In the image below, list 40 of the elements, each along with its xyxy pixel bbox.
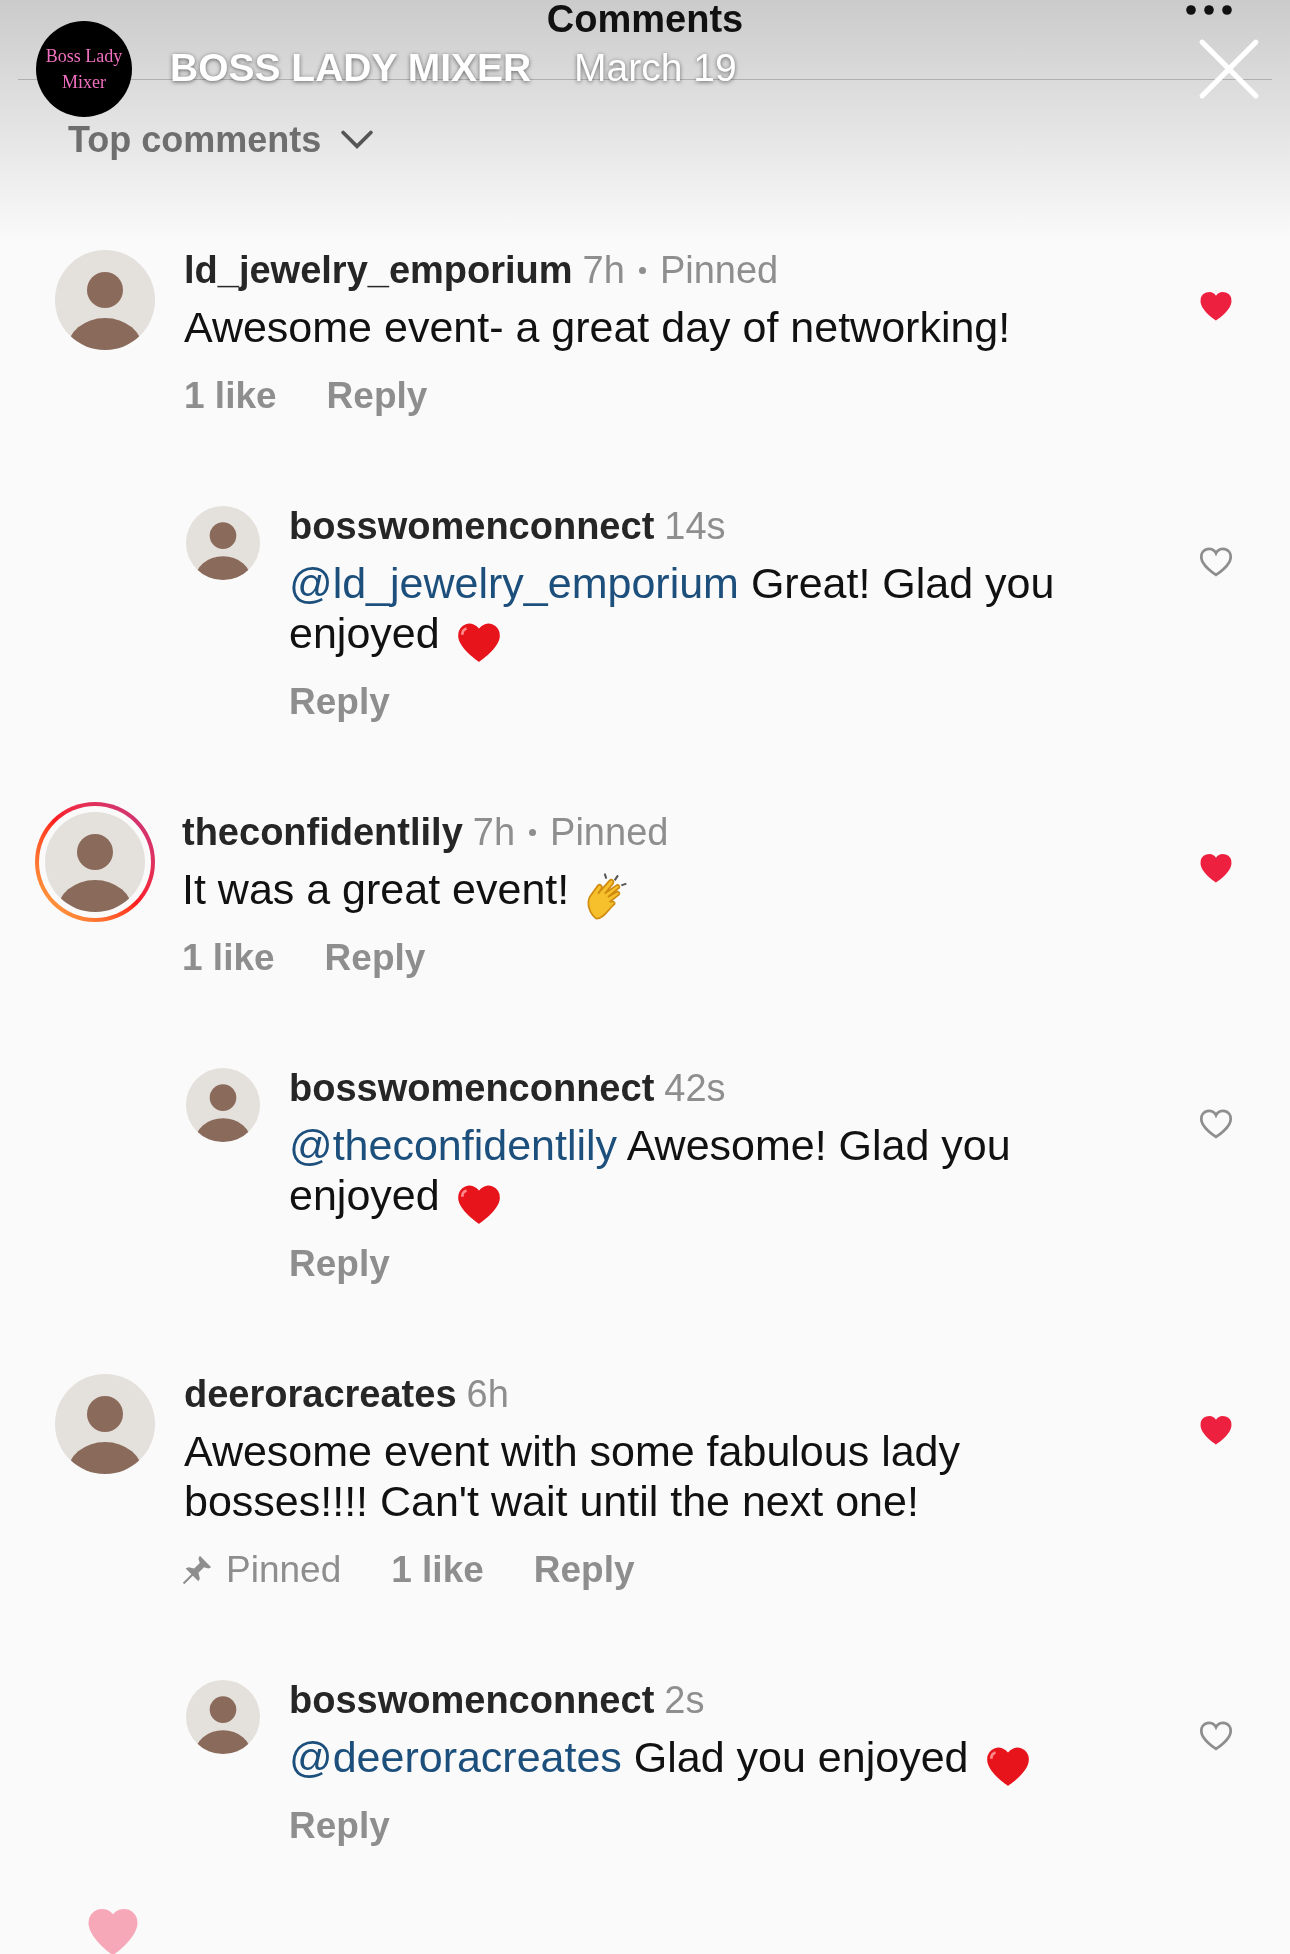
reply-button[interactable]: Reply <box>324 938 426 978</box>
mention-link[interactable]: @theconfidentlily <box>289 1121 618 1169</box>
comment-time: 42s <box>664 1068 726 1108</box>
comment-time: 7h <box>472 812 516 852</box>
reply-button[interactable]: Reply <box>533 1550 635 1590</box>
comment-time: 7h <box>582 250 625 290</box>
username[interactable]: bosswomenconnect <box>289 1068 655 1108</box>
pin-icon <box>180 1553 214 1587</box>
comment-text: @deeroracreates Glad you enjoyed <box>289 1733 969 1781</box>
likes-count[interactable]: 1 like <box>391 1550 484 1590</box>
reply-button[interactable]: Reply <box>289 1244 390 1284</box>
username[interactable]: deeroracreates <box>184 1374 457 1414</box>
mention-link[interactable]: @deeroracreates <box>289 1733 622 1781</box>
reply-button[interactable]: Reply <box>326 376 428 416</box>
likes-count[interactable]: 1 like <box>182 938 275 978</box>
comment-text: Awesome event- a great day of networking! <box>184 303 1011 351</box>
username[interactable]: bosswomenconnect <box>289 506 655 546</box>
reply-button[interactable]: Reply <box>289 682 390 722</box>
comment-text: It was a great event! <box>182 865 570 913</box>
reply-button[interactable]: Reply <box>289 1806 390 1846</box>
username[interactable]: theconfidentlily <box>182 812 463 852</box>
pinned-label: Pinned <box>659 250 779 290</box>
likes-count[interactable]: 1 like <box>184 376 277 416</box>
comment-time: 2s <box>664 1680 705 1720</box>
avatar-icon[interactable] <box>45 812 145 912</box>
pinned-label: Pinned <box>226 1550 342 1590</box>
logo: Boss Lady Mixer <box>36 21 132 117</box>
comment-time: 14s <box>664 506 726 546</box>
username[interactable]: bosswomenconnect <box>289 1680 655 1720</box>
account-name: BOSS LADY MIXER <box>170 46 532 90</box>
pinned-label: Pinned <box>550 812 669 852</box>
chevron-down-icon <box>341 130 374 150</box>
post-date: March 19 <box>574 46 737 90</box>
username[interactable]: ld_jewelry_emporium <box>184 250 573 290</box>
title: Comments <box>546 0 744 40</box>
more-icon[interactable] <box>1185 4 1233 16</box>
comment-time: 6h <box>466 1374 509 1414</box>
comment-text: Awesome event with some fabulous lady bosses!!!! Can't wait until the next one! <box>184 1427 960 1525</box>
mention-link[interactable]: @ld_jewelry_emporium <box>289 559 739 607</box>
sort-dropdown[interactable]: Top comments <box>68 118 374 162</box>
